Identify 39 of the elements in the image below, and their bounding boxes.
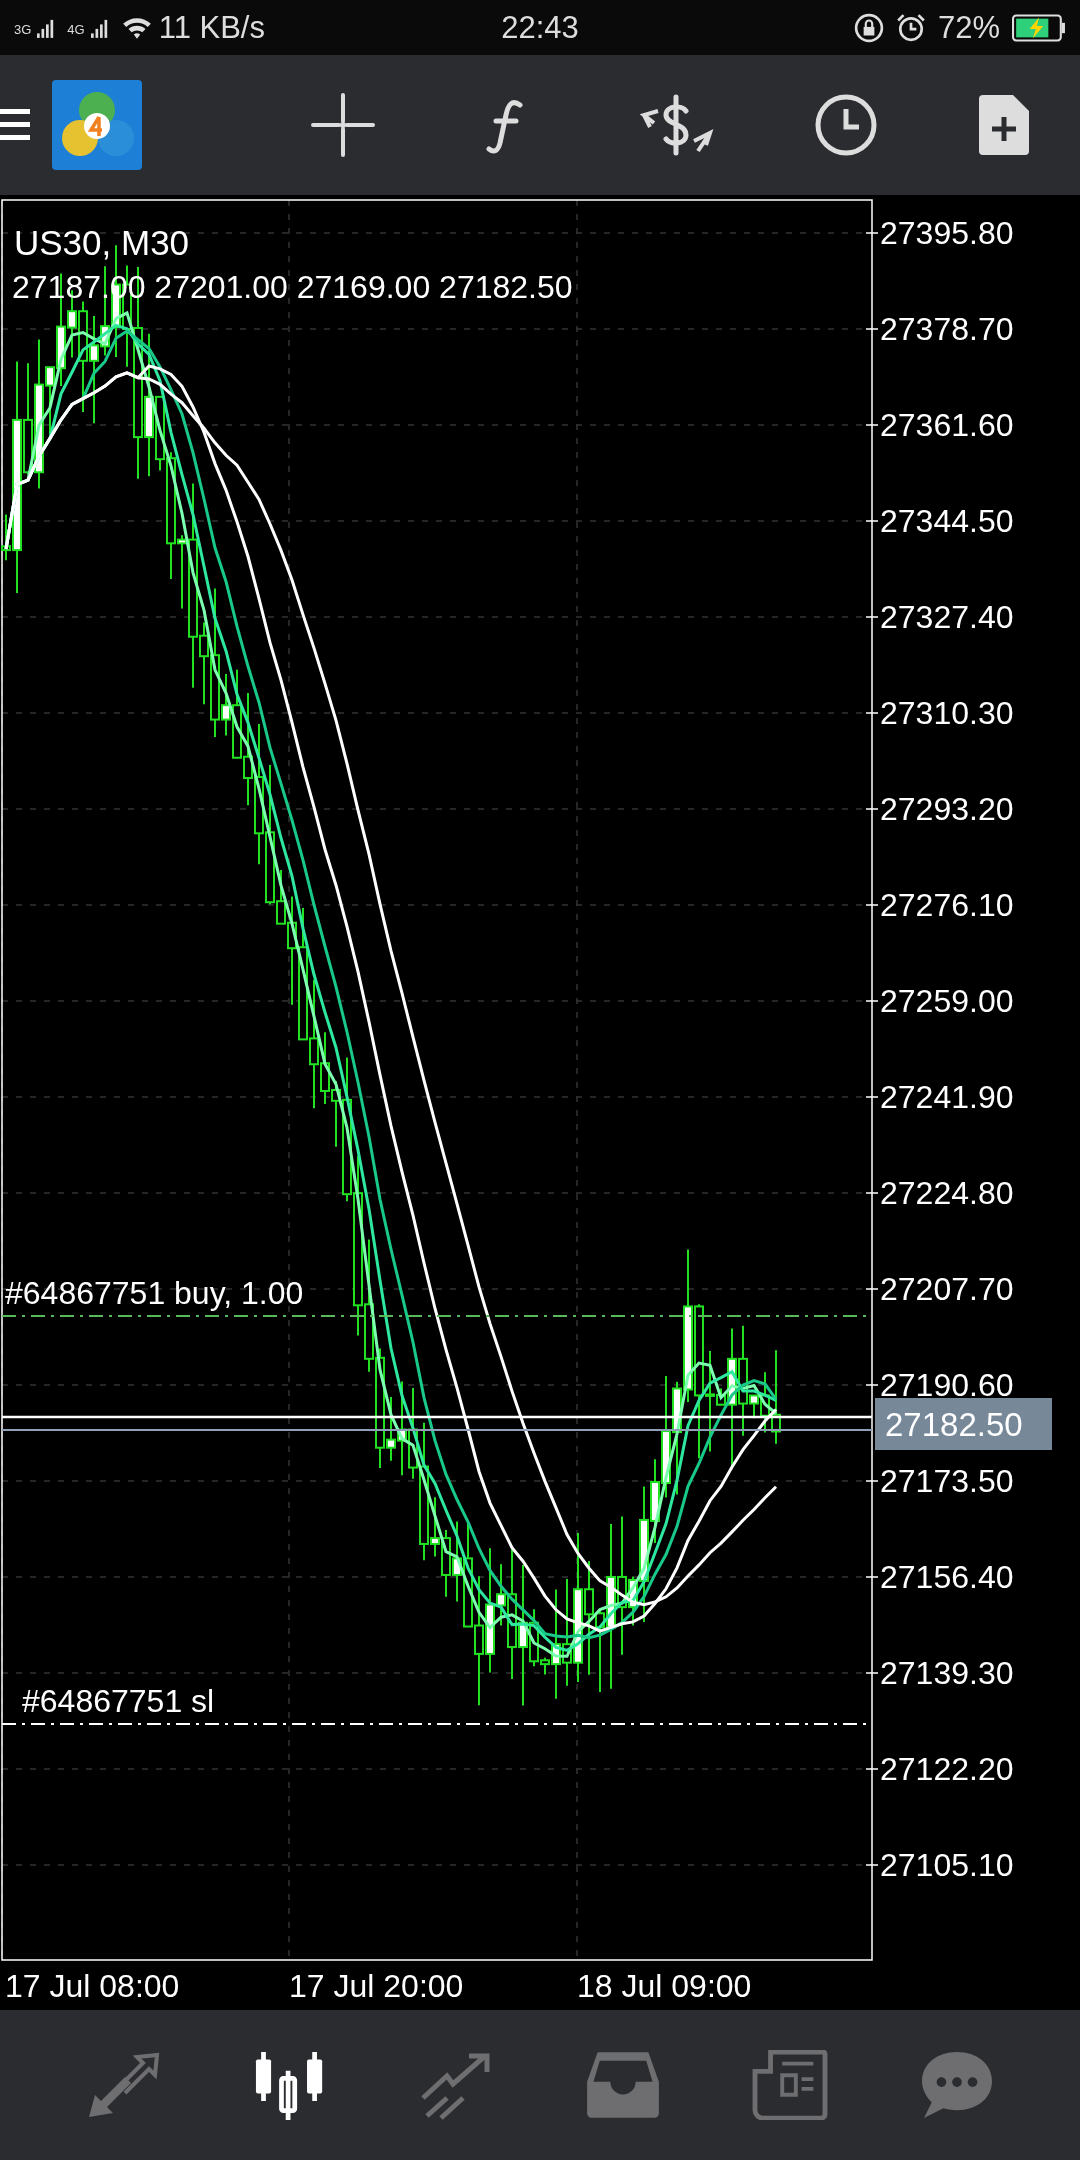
current-price-tag: 27182.50 xyxy=(875,1398,1052,1450)
app-logo-icon[interactable] xyxy=(52,80,142,170)
price-label: 27293.20 xyxy=(880,791,1014,827)
crosshair-icon[interactable] xyxy=(311,93,376,157)
candle xyxy=(441,1529,451,1598)
battery-percent: 72% xyxy=(937,9,1000,46)
network-label: 3G xyxy=(14,21,32,37)
clock-time: 22:43 xyxy=(501,9,579,46)
price-label: 27310.30 xyxy=(880,695,1014,731)
price-label: 27105.10 xyxy=(880,1847,1014,1883)
price-label: 27156.40 xyxy=(880,1559,1014,1595)
price-label: 27344.50 xyxy=(880,503,1014,539)
add-document-icon[interactable] xyxy=(976,93,1031,157)
price-label: 27173.50 xyxy=(880,1463,1014,1499)
time-label: 17 Jul 20:00 xyxy=(289,1968,464,2004)
time-label: 17 Jul 08:00 xyxy=(5,1968,180,2004)
clock-icon[interactable] xyxy=(814,93,879,157)
inbox-icon[interactable] xyxy=(585,2050,662,2120)
time-label: 18 Jul 09:00 xyxy=(577,1968,752,2004)
price-label: 27327.40 xyxy=(880,599,1014,635)
network-label: 4G xyxy=(67,21,85,37)
menu-icon[interactable] xyxy=(0,107,30,143)
price-label: 27139.30 xyxy=(880,1655,1014,1691)
alarm-icon xyxy=(895,12,926,43)
chart-symbol-title: US30, M30 xyxy=(14,223,190,262)
price-label: 27122.20 xyxy=(880,1751,1014,1787)
price-label: 27259.00 xyxy=(880,983,1014,1019)
price-label: 27207.70 xyxy=(880,1271,1014,1307)
price-label: 27378.70 xyxy=(880,311,1014,347)
price-label: 27361.60 xyxy=(880,407,1014,443)
network-speed: 11 KB/s xyxy=(158,9,265,46)
rotation-lock-icon xyxy=(853,12,884,43)
order-label: #64867751 buy, 1.00 xyxy=(5,1275,304,1311)
price-label: 27276.10 xyxy=(880,887,1014,923)
order-label: #64867751 sl xyxy=(22,1683,215,1719)
price-label: 27241.90 xyxy=(880,1079,1014,1115)
price-label: 27224.80 xyxy=(880,1175,1014,1211)
newspaper-icon[interactable] xyxy=(751,2050,828,2120)
price-label: 27395.80 xyxy=(880,215,1014,251)
